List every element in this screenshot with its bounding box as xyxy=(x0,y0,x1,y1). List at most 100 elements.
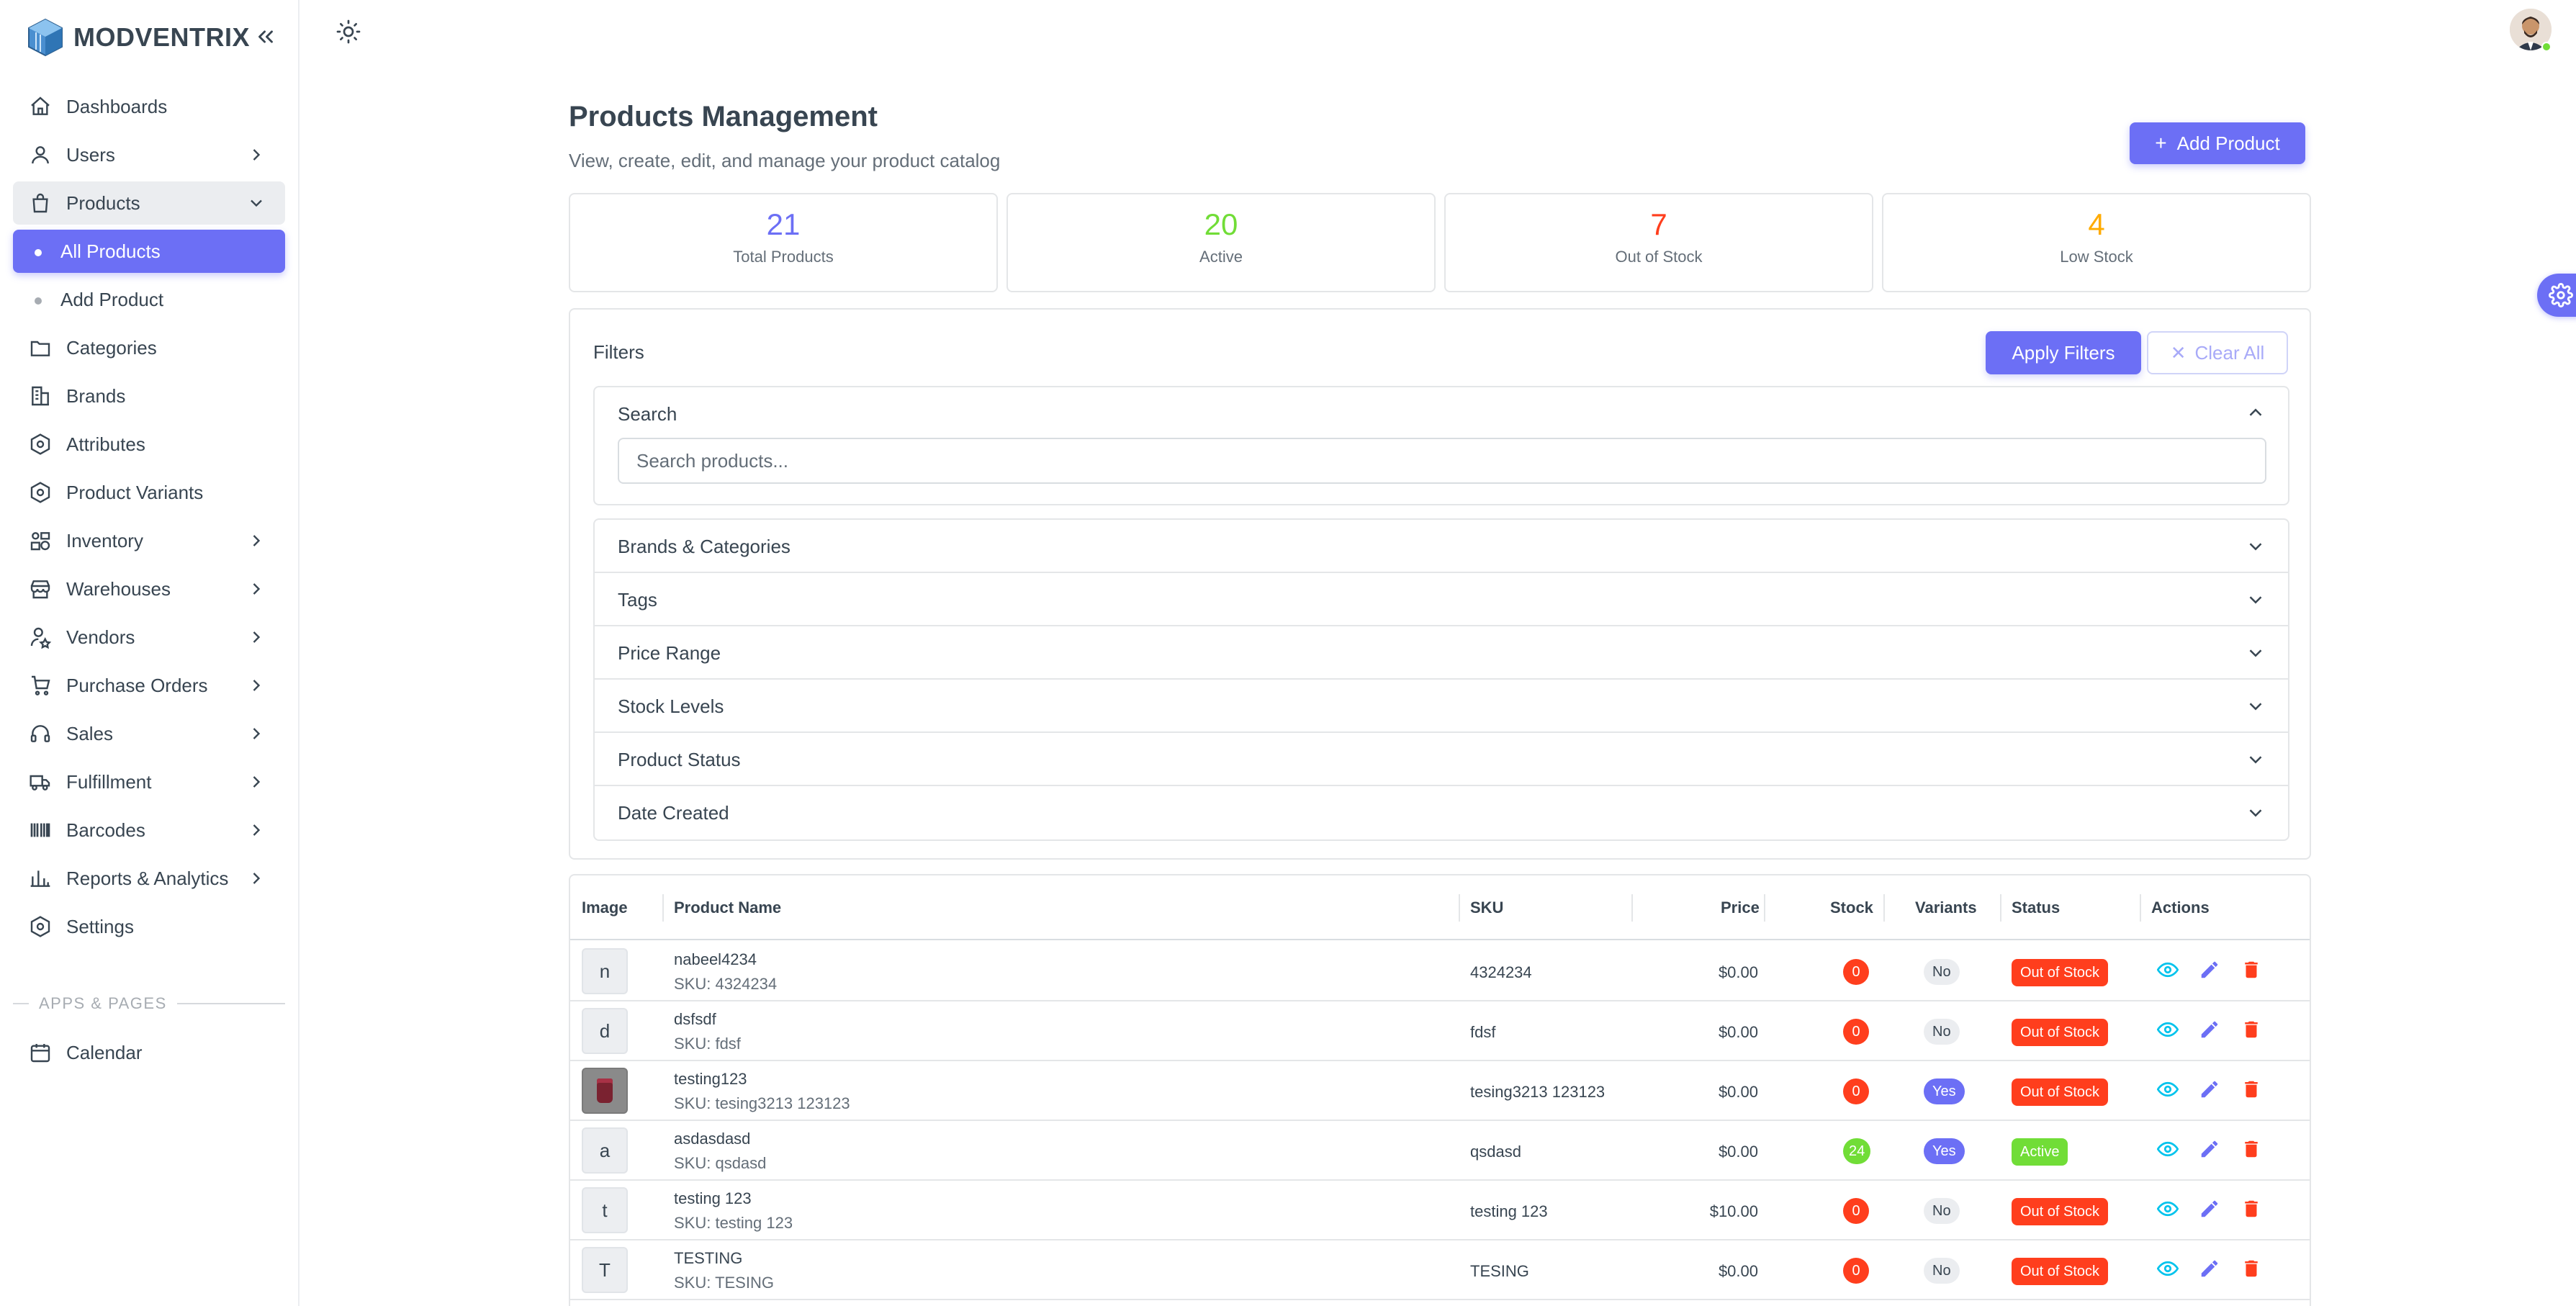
column-header-stock[interactable]: Stock xyxy=(1830,899,1873,917)
edit-pencil-icon[interactable] xyxy=(2199,959,2220,981)
sidebar-item-label: Warehouses xyxy=(66,577,171,600)
product-thumbnail[interactable] xyxy=(582,1068,628,1114)
user-icon xyxy=(32,146,49,164)
sidebar-item-warehouses[interactable]: Warehouses xyxy=(13,567,285,611)
sidebar-item-product-variants[interactable]: Product Variants xyxy=(13,471,285,514)
delete-trash-icon[interactable] xyxy=(2241,1078,2262,1100)
add-product-button[interactable]: + Add Product xyxy=(2130,122,2305,164)
sidebar-item-inventory[interactable]: Inventory xyxy=(13,519,285,562)
sidebar-item-label: Products xyxy=(66,192,140,214)
sidebar-item-users[interactable]: Users xyxy=(13,133,285,176)
clear-all-button[interactable]: ✕ Clear All xyxy=(2147,331,2288,374)
status-badge: Out of Stock xyxy=(2012,1019,2109,1046)
product-sku-line: SKU: fdsf xyxy=(674,1035,741,1053)
view-icon[interactable] xyxy=(2156,1258,2179,1279)
column-header-product-name[interactable]: Product Name xyxy=(674,899,781,917)
barcode-icon xyxy=(30,823,50,837)
edit-pencil-icon[interactable] xyxy=(2199,1078,2220,1100)
page-subtitle: View, create, edit, and manage your prod… xyxy=(569,150,1001,171)
delete-trash-icon[interactable] xyxy=(2241,1138,2262,1160)
column-header-image[interactable]: Image xyxy=(582,899,628,917)
sidebar-item-settings[interactable]: Settings xyxy=(13,905,285,948)
sidebar-item-purchase-orders[interactable]: Purchase Orders xyxy=(13,664,285,707)
view-icon[interactable] xyxy=(2156,1138,2179,1160)
sidebar-item-reports-analytics[interactable]: Reports & Analytics xyxy=(13,857,285,900)
accordion-brands-categories[interactable]: Brands & Categories xyxy=(595,520,2288,573)
sidebar-item-fulfillment[interactable]: Fulfillment xyxy=(13,760,285,803)
delete-trash-icon[interactable] xyxy=(2241,1019,2262,1040)
collapse-sidebar-icon[interactable] xyxy=(253,24,278,49)
accordion-product-status[interactable]: Product Status xyxy=(595,733,2288,786)
chevron-up-icon[interactable] xyxy=(2245,402,2266,423)
column-header-sku[interactable]: SKU xyxy=(1470,899,1503,917)
cart-icon xyxy=(32,675,50,695)
accordion-title: Price Range xyxy=(618,642,721,664)
accordion-stock-levels[interactable]: Stock Levels xyxy=(595,680,2288,733)
accordion-toggle-search[interactable]: Search xyxy=(618,403,677,425)
sidebar-subitem-add-product[interactable]: Add Product xyxy=(13,278,285,321)
view-icon[interactable] xyxy=(2156,959,2179,981)
page-title: Products Management xyxy=(569,101,878,132)
customizer-settings-button[interactable] xyxy=(2537,274,2576,317)
table-row[interactable]: T TESTING SKU: TESING TESING $0.00 0 No Out of … xyxy=(570,1240,2310,1300)
filters-card: Filters Apply Filters ✕ Clear All Search… xyxy=(569,308,2311,860)
sidebar-item-barcodes[interactable]: Barcodes xyxy=(13,809,285,852)
sidebar-item-brands[interactable]: Brands xyxy=(13,374,285,418)
sidebar-item-label: Attributes xyxy=(66,433,145,455)
stat-label: Active xyxy=(1199,248,1243,266)
delete-trash-icon[interactable] xyxy=(2241,959,2262,981)
product-thumbnail[interactable]: d xyxy=(582,1008,628,1054)
sidebar-item-categories[interactable]: Categories xyxy=(13,326,285,369)
table-row[interactable]: d dsfsdf SKU: fdsf fdsf $0.00 0 No Out of Stock xyxy=(570,1001,2310,1061)
product-thumbnail[interactable]: t xyxy=(582,1187,628,1233)
view-icon[interactable] xyxy=(2156,1198,2179,1220)
accordion-price-range[interactable]: Price Range xyxy=(595,626,2288,680)
column-header-status[interactable]: Status xyxy=(2012,899,2060,917)
products-table: Image Product Name SKU Price Stock Varia… xyxy=(569,874,2311,1306)
accordion-tags[interactable]: Tags xyxy=(595,573,2288,626)
edit-pencil-icon[interactable] xyxy=(2199,1138,2220,1160)
edit-pencil-icon[interactable] xyxy=(2199,1258,2220,1279)
edit-pencil-icon[interactable] xyxy=(2199,1019,2220,1040)
delete-trash-icon[interactable] xyxy=(2241,1198,2262,1220)
sun-theme-icon[interactable] xyxy=(335,19,361,45)
product-name: testing123 xyxy=(674,1070,747,1088)
chevron-down-icon xyxy=(2249,703,2262,711)
sidebar-item-sales[interactable]: Sales xyxy=(13,712,285,755)
edit-pencil-icon[interactable] xyxy=(2199,1198,2220,1220)
table-row[interactable]: n nabeel4234 SKU: 4324234 4324234 $0.00 0 No Ou… xyxy=(570,942,2310,1001)
product-sku-line: SKU: testing 123 xyxy=(674,1214,793,1232)
product-thumbnail[interactable]: T xyxy=(582,1247,628,1293)
search-input[interactable] xyxy=(618,438,2266,484)
apply-filters-button[interactable]: Apply Filters xyxy=(1986,331,2141,374)
view-icon[interactable] xyxy=(2156,1019,2179,1040)
column-header-price[interactable]: Price xyxy=(1721,899,1760,917)
product-name: dsfsdf xyxy=(674,1010,716,1028)
status-badge: Out of Stock xyxy=(2012,1198,2109,1225)
sidebar-subitem-all-products[interactable]: All Products xyxy=(13,230,285,273)
table-row[interactable]: t testing 123 SKU: testing 123 testing 123 $… xyxy=(570,1181,2310,1240)
view-icon[interactable] xyxy=(2156,1078,2179,1100)
sidebar-item-label: Add Product xyxy=(60,288,164,310)
table-row[interactable]: testing123 SKU: tesing3213 123123 tesing32… xyxy=(570,1061,2310,1121)
product-name: nabeel4234 xyxy=(674,950,757,968)
product-thumbnail[interactable]: a xyxy=(582,1127,628,1174)
sidebar-item-vendors[interactable]: Vendors xyxy=(13,616,285,659)
sidebar-item-label: Settings xyxy=(66,915,134,937)
accordion-date-created[interactable]: Date Created xyxy=(595,786,2288,839)
brand[interactable]: MODVENTRIX xyxy=(24,16,250,59)
sidebar-item-dashboards[interactable]: Dashboards xyxy=(13,85,285,128)
sidebar-item-attributes[interactable]: Attributes xyxy=(13,423,285,466)
product-name: asdasdasd xyxy=(674,1130,751,1148)
sidebar-item-products[interactable]: Products xyxy=(13,181,285,225)
sidebar-section-header: APPS & PAGES xyxy=(13,991,285,1017)
sku-cell: 4324234 xyxy=(1470,963,1532,981)
sidebar-item-calendar[interactable]: Calendar xyxy=(13,1031,285,1074)
delete-trash-icon[interactable] xyxy=(2241,1258,2262,1279)
sidebar-item-label: Calendar xyxy=(66,1041,143,1063)
column-header-actions: Actions xyxy=(2151,899,2210,917)
price-cell: $0.00 xyxy=(1718,1262,1758,1280)
product-thumbnail[interactable]: n xyxy=(582,948,628,994)
column-header-variants[interactable]: Variants xyxy=(1915,899,1977,917)
table-row[interactable]: a asdasdasd SKU: qsdasd qsdasd $0.00 24 Yes Act… xyxy=(570,1121,2310,1181)
